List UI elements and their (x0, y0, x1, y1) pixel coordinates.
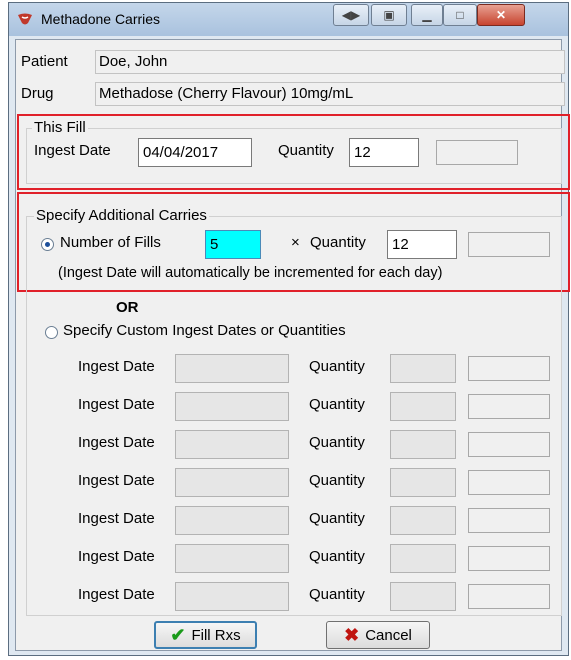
ingest-date-input[interactable]: 04/04/2017 (138, 138, 252, 167)
checkmark-icon: ✔ (170, 624, 186, 645)
custom-extra-field (468, 394, 550, 419)
additional-quantity-label: Quantity (310, 234, 366, 251)
window-title: Methadone Carries (41, 11, 161, 27)
custom-ingest-date-label: Ingest Date (78, 472, 155, 489)
custom-ingest-date-label: Ingest Date (78, 358, 155, 375)
quantity-label: Quantity (278, 142, 334, 159)
custom-extra-field (468, 584, 550, 609)
drug-field: Methadose (Cherry Flavour) 10mg/mL (95, 82, 565, 106)
custom-extra-field (468, 508, 550, 533)
patient-label: Patient (21, 53, 68, 70)
additional-extra-field (468, 232, 550, 257)
dialog-window: Methadone Carries ◀▶ ▣ ▁ □ ✕ Patient Doe… (8, 2, 570, 656)
number-of-fills-label[interactable]: Number of Fills (60, 234, 161, 251)
methadone-icon (18, 13, 32, 25)
custom-quantity-label: Quantity (309, 548, 365, 565)
number-of-fills-radio[interactable] (41, 238, 54, 251)
custom-quantity-label: Quantity (309, 510, 365, 527)
this-fill-extra-field (436, 140, 518, 165)
or-label: OR (116, 299, 139, 316)
dialog-body: Patient Doe, John Drug Methadose (Cherry… (15, 39, 570, 651)
custom-ingest-date-input[interactable] (175, 582, 289, 611)
custom-ingest-date-input[interactable] (175, 430, 289, 459)
number-of-fills-input[interactable]: 5 (205, 230, 261, 259)
custom-dates-radio[interactable] (45, 326, 58, 339)
cancel-x-icon: ✖ (344, 624, 360, 645)
custom-ingest-date-label: Ingest Date (78, 510, 155, 527)
fill-rxs-button[interactable]: ✔ Fill Rxs (154, 621, 257, 649)
cancel-label: Cancel (365, 626, 412, 644)
window-icon: ▣ (383, 8, 395, 22)
this-fill-group-label: This Fill (32, 119, 88, 136)
cancel-button[interactable]: ✖ Cancel (326, 621, 430, 649)
custom-ingest-date-input[interactable] (175, 544, 289, 573)
custom-dates-label[interactable]: Specify Custom Ingest Dates or Quantitie… (63, 322, 346, 339)
custom-quantity-input[interactable] (390, 468, 456, 497)
custom-quantity-label: Quantity (309, 358, 365, 375)
restore-app-button[interactable]: ▣ (371, 4, 407, 26)
custom-ingest-date-label: Ingest Date (78, 586, 155, 603)
additional-carries-label: Specify Additional Carries (34, 207, 209, 224)
custom-ingest-date-input[interactable] (175, 354, 289, 383)
maximize-icon: □ (456, 8, 464, 22)
custom-quantity-input[interactable] (390, 430, 456, 459)
custom-quantity-label: Quantity (309, 396, 365, 413)
custom-extra-field (468, 432, 550, 457)
quantity-input[interactable]: 12 (349, 138, 419, 167)
custom-extra-field (468, 470, 550, 495)
left-right-arrows-icon: ◀▶ (341, 8, 361, 22)
custom-quantity-input[interactable] (390, 544, 456, 573)
custom-quantity-input[interactable] (390, 582, 456, 611)
custom-ingest-date-input[interactable] (175, 392, 289, 421)
custom-ingest-date-label: Ingest Date (78, 548, 155, 565)
scroll-arrows-button[interactable]: ◀▶ (333, 4, 369, 26)
increment-note: (Ingest Date will automatically be incre… (58, 265, 443, 281)
custom-quantity-label: Quantity (309, 472, 365, 489)
custom-ingest-date-input[interactable] (175, 468, 289, 497)
fill-rxs-label: Fill Rxs (191, 626, 241, 644)
minimize-button[interactable]: ▁ (411, 4, 443, 26)
custom-quantity-input[interactable] (390, 354, 456, 383)
custom-quantity-input[interactable] (390, 506, 456, 535)
title-bar[interactable]: Methadone Carries ◀▶ ▣ ▁ □ ✕ (9, 3, 568, 36)
patient-field: Doe, John (95, 50, 565, 74)
custom-quantity-label: Quantity (309, 586, 365, 603)
maximize-button[interactable]: □ (443, 4, 477, 26)
custom-quantity-input[interactable] (390, 392, 456, 421)
close-icon: ✕ (495, 8, 507, 22)
ingest-date-label: Ingest Date (34, 142, 111, 159)
drug-label: Drug (21, 85, 54, 102)
minimize-icon: ▁ (422, 8, 432, 22)
times-symbol: × (291, 234, 300, 251)
custom-ingest-date-input[interactable] (175, 506, 289, 535)
custom-quantity-label: Quantity (309, 434, 365, 451)
custom-extra-field (468, 546, 550, 571)
custom-extra-field (468, 356, 550, 381)
custom-ingest-date-label: Ingest Date (78, 396, 155, 413)
additional-quantity-input[interactable]: 12 (387, 230, 457, 259)
close-button[interactable]: ✕ (477, 4, 525, 26)
custom-ingest-date-label: Ingest Date (78, 434, 155, 451)
